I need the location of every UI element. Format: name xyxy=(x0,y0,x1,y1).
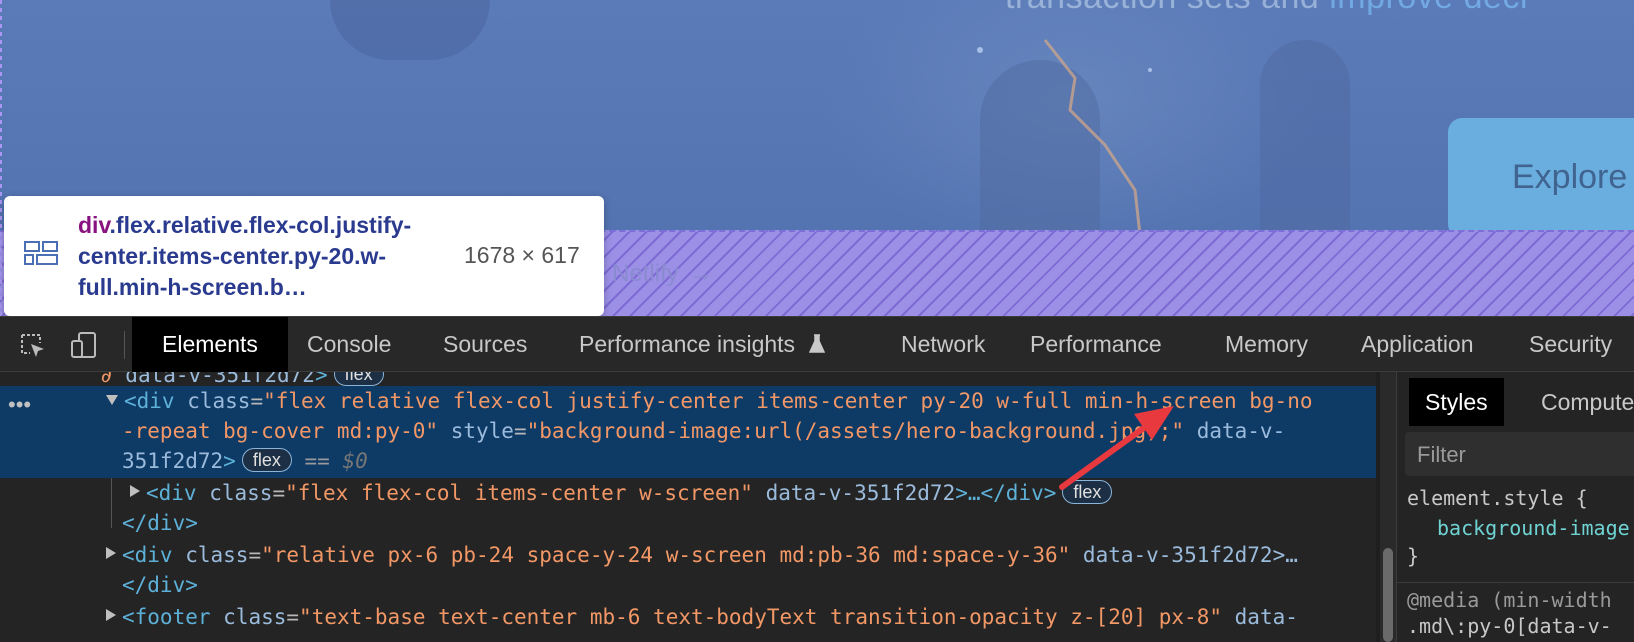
element-style-selector: element.style { xyxy=(1407,486,1588,510)
inspect-element-icon[interactable] xyxy=(18,331,46,359)
styles-panel: Styles Computed Filter element.style { b… xyxy=(1396,372,1634,642)
flex-badge[interactable]: flex xyxy=(241,448,292,472)
tab-application[interactable]: Application xyxy=(1361,317,1474,372)
dom-eq: = xyxy=(250,389,264,413)
devtools-tab-bar: Elements Console Sources Performance ins… xyxy=(0,316,1634,372)
dom-tag: <div xyxy=(122,543,173,567)
element-classes: .flex.relative.flex-col.justify-center.i… xyxy=(78,212,412,300)
dom-eq-marker: == xyxy=(304,449,330,473)
collapse-triangle-icon[interactable] xyxy=(106,395,118,405)
element-selector: div.flex.relative.flex-col.justify-cente… xyxy=(78,210,448,303)
dom-attr-name: data-v-351f2d72>… xyxy=(1082,543,1298,567)
dom-closing-tag: </div> xyxy=(122,511,198,535)
tab-memory[interactable]: Memory xyxy=(1225,317,1308,372)
dom-attr-name: class xyxy=(223,605,287,629)
dom-tag: <footer xyxy=(122,605,211,629)
netlify-link-label: Netlify xyxy=(612,260,679,287)
media-rule-selector: .md\:py-0[data-v- xyxy=(1407,614,1612,638)
dom-tree-row[interactable]: </div> xyxy=(122,508,198,538)
flex-badge[interactable]: flex xyxy=(333,372,384,386)
style-rule-selector: element.style { xyxy=(1407,484,1588,512)
tab-network[interactable]: Network xyxy=(901,317,985,372)
flex-layout-icon xyxy=(24,241,58,265)
dom-tag: > xyxy=(223,449,236,473)
console-ref-marker: $0 xyxy=(342,449,368,473)
dom-scrollbar[interactable] xyxy=(1380,372,1396,642)
dom-attr-name: data-v-351f2d72 xyxy=(125,372,315,387)
media-query: @media (min-width xyxy=(1407,586,1612,614)
dom-attr-value: "flex flex-col items-center w-screen" xyxy=(285,481,753,505)
element-tag: div xyxy=(78,212,110,238)
hero-heading-highlight: improve deci xyxy=(1329,0,1528,16)
dom-tag: >…</div> xyxy=(955,481,1057,505)
style-property-name: background-image xyxy=(1437,516,1630,540)
tab-elements[interactable]: Elements xyxy=(132,317,288,372)
dom-attr-name: style xyxy=(450,419,514,443)
dom-tree-row[interactable]: </div> xyxy=(122,570,198,600)
expand-triangle-icon[interactable] xyxy=(106,547,116,559)
netlify-link[interactable]: Netlify → xyxy=(612,260,713,288)
dom-attr-value: "background-image:url(/assets/hero-backg… xyxy=(526,419,1185,443)
dom-tree-panel: ∂ data-v-351f2d72> flex ••• <div class="f… xyxy=(0,372,1376,642)
dom-tree-row-continued: 351f2d72> flex == $0 xyxy=(122,446,368,476)
expand-triangle-icon[interactable] xyxy=(106,609,116,621)
dom-attr-value: "flex relative flex-col justify-center i… xyxy=(263,389,1313,413)
dom-attr-name: data-v- xyxy=(1196,419,1286,443)
closing-brace: } xyxy=(1407,544,1420,568)
dom-attr-name: data-v-351f2d72 xyxy=(765,481,956,505)
hero-heading-text: transaction sets and xyxy=(1005,0,1329,16)
dom-tree-row[interactable]: <div class="flex flex-col items-center w… xyxy=(130,478,1113,508)
tab-security[interactable]: Security xyxy=(1529,317,1612,372)
tab-styles[interactable]: Styles xyxy=(1409,378,1504,426)
indent-guide xyxy=(111,478,112,528)
media-query-text: @media (min-width xyxy=(1407,588,1612,612)
inspect-tooltip: div.flex.relative.flex-col.justify-cente… xyxy=(4,196,604,316)
dom-tree-row-continued: -repeat bg-cover md:py-0" style="backgro… xyxy=(122,416,1285,446)
flex-badge[interactable]: flex xyxy=(1062,480,1113,504)
experiment-flask-icon xyxy=(809,334,826,353)
dom-attr-name: class xyxy=(185,543,249,567)
dom-tree-row[interactable]: <div class="relative px-6 pb-24 space-y-… xyxy=(106,540,1298,570)
dom-text: ∂ xyxy=(100,372,126,387)
dom-eq: = xyxy=(513,419,527,443)
dom-attr-name: class xyxy=(187,389,251,413)
dom-tree-row[interactable]: <footer class="text-base text-center mb-… xyxy=(106,602,1298,632)
tab-computed[interactable]: Computed xyxy=(1525,378,1634,426)
highlight-guide-line xyxy=(0,0,2,316)
dom-tree-row[interactable]: <div class="flex relative flex-col justi… xyxy=(106,386,1312,416)
tab-performance-insights[interactable]: Performance insights xyxy=(579,317,826,372)
scrollbar-thumb[interactable] xyxy=(1383,548,1393,642)
device-toolbar-icon[interactable] xyxy=(70,331,98,359)
explore-button[interactable]: Explore xyxy=(1448,118,1634,238)
dom-attr-name: class xyxy=(209,481,273,505)
tab-console[interactable]: Console xyxy=(307,317,391,372)
dom-attr-name: data- xyxy=(1234,605,1298,629)
style-rule-selector: .md\:py-0[data-v- xyxy=(1407,612,1612,640)
styles-filter-input[interactable]: Filter xyxy=(1405,432,1634,476)
tab-performance[interactable]: Performance xyxy=(1030,317,1162,372)
tab-sources[interactable]: Sources xyxy=(443,317,527,372)
node-menu-ellipsis[interactable]: ••• xyxy=(8,392,31,418)
dom-tag: <div xyxy=(146,481,197,505)
dom-attr-value: -repeat bg-cover md:py-0" xyxy=(122,419,439,443)
dom-tag: > xyxy=(314,372,328,387)
dom-eq: = xyxy=(286,605,300,629)
toolbar-separator xyxy=(124,331,125,359)
dom-tag: <div xyxy=(124,389,175,413)
style-rule-close: } xyxy=(1407,542,1419,570)
dom-attr-value: "text-base text-center mb-6 text-bodyTex… xyxy=(299,605,1222,629)
dom-attr-value: "relative px-6 pb-24 space-y-24 w-screen… xyxy=(261,543,1071,567)
rule-divider xyxy=(1397,582,1634,583)
dom-closing-tag: </div> xyxy=(122,573,198,597)
expand-triangle-icon[interactable] xyxy=(130,485,140,497)
hero-heading: transaction sets and improve deci xyxy=(1005,0,1528,17)
dom-attr-name: 351f2d72 xyxy=(122,449,224,473)
dom-eq: = xyxy=(272,481,286,505)
element-dimensions: 1678 × 617 xyxy=(464,242,580,268)
tab-label: Performance insights xyxy=(579,331,796,357)
arrow-right-icon: → xyxy=(688,260,713,287)
dom-eq: = xyxy=(248,543,262,567)
style-property-row[interactable]: background-image xyxy=(1437,514,1630,542)
